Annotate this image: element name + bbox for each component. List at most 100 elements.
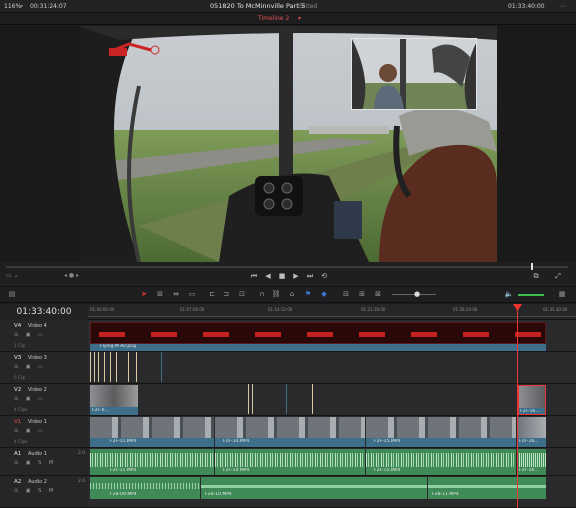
track-lane-v2: F2F-0... F2F-16...: [88, 384, 576, 416]
play-icon[interactable]: ▶: [290, 270, 302, 282]
video-clip[interactable]: F2F-14.MP4: [215, 417, 365, 447]
resolve-edit-window: 116% ▾ 00:31:24:07 051820 To McMinnville…: [0, 0, 576, 508]
clip-name: F2F-11.MP4: [110, 439, 137, 444]
clip-name: F2F-16...: [519, 439, 539, 444]
track-level: 2.0: [78, 479, 86, 484]
track-id: V3: [14, 355, 22, 361]
track-header-v3[interactable]: V3 Video 3 ⊙ ▣ ▭ 0 Clip: [0, 352, 88, 384]
project-title: 051820 To McMinnville Part 5: [210, 2, 305, 10]
transport-controls: ▭ ⌄ ◂ ● ▸ ⏮ ◀ ■ ▶ ⏭ ⟲ ⧉ ⤢: [0, 270, 576, 286]
audio-clip[interactable]: F2B-09.MP4: [90, 477, 200, 499]
marker-icon[interactable]: ◆: [318, 287, 330, 302]
audio-clip[interactable]: F2F-16...: [517, 449, 546, 475]
track-id: V4: [14, 323, 22, 329]
stop-icon[interactable]: ■: [276, 270, 288, 282]
timeline-timecode: 01:33:40:00: [508, 3, 545, 10]
track-controls-icon[interactable]: ⊙ ▣ ▭: [14, 428, 46, 434]
track-clip-count: 1 Clip: [14, 343, 26, 348]
track-header-v2[interactable]: V2 Video 2 ⊙ ▣ ▭ 4 Clips: [0, 384, 88, 416]
flag-icon[interactable]: ⚑: [302, 287, 314, 302]
track-controls-icon[interactable]: ⊙ ▣ S M: [14, 460, 56, 466]
selection-tool-icon[interactable]: ➤: [138, 287, 150, 302]
picture-in-picture: [351, 38, 477, 110]
clip-name: F2B-10.MP4: [205, 492, 232, 497]
clip-label-bar[interactable]: Flying M Air.png: [90, 344, 546, 351]
clip-name: F2B-09.MP4: [110, 492, 137, 497]
options-icon[interactable]: ⋯: [560, 0, 566, 13]
track-controls-icon[interactable]: ⊙ ▣ S M: [14, 488, 56, 494]
edited-label: Edited: [298, 3, 318, 10]
zoom-level[interactable]: 116%: [4, 0, 21, 13]
track-lane-v1: F2F-11.MP4 F2F-14.MP4 F2F-15.MP4 F2F-16.…: [88, 416, 576, 448]
track-level: 2.0: [78, 451, 86, 456]
ruler-tick: 01:21:18:00: [361, 307, 386, 312]
overwrite-icon[interactable]: ⊐: [220, 287, 232, 302]
audio-clip[interactable]: F2B-11.MP4: [428, 477, 546, 499]
edit-toolbar: ▤ ➤ ⊞ ⇹ ▭ ⊏ ⊐ ⊡ ∩ ⛓ ⌂ ⚑ ◆ ⊟ ⊞ ⊠ ● 🔈 ▦: [0, 286, 576, 303]
skip-start-icon[interactable]: ⏮: [248, 270, 260, 282]
current-timecode: 01:33:40:00: [0, 304, 88, 320]
clip-name: F2F-15.MP4: [374, 439, 401, 444]
ruler-tick: 01:14:12:00: [268, 307, 293, 312]
meter-icon[interactable]: ▦: [556, 287, 568, 302]
chevron-down-icon[interactable]: ▾: [20, 0, 23, 13]
play-reverse-icon[interactable]: ◀: [262, 270, 274, 282]
track-header-v4[interactable]: V4 Video 4 ⊙ ▣ ▭ 1 Clip: [0, 320, 88, 352]
video-clip[interactable]: F2F-11.MP4: [90, 417, 214, 447]
zoom-slider-handle[interactable]: ●: [411, 287, 423, 302]
track-lane-a1: F2F-11.MP4 F2F-14.MP4 F2F-15.MP4 F2F-16.…: [88, 448, 576, 476]
track-name: Video 4: [28, 323, 47, 329]
link-icon[interactable]: ⛓: [270, 287, 282, 302]
clip-name: F2B-11.MP4: [432, 492, 459, 497]
skip-end-icon[interactable]: ⏭: [304, 270, 316, 282]
audio-clip[interactable]: F2F-15.MP4: [366, 449, 516, 475]
graphic-clip[interactable]: [90, 322, 546, 344]
replace-icon[interactable]: ⊡: [236, 287, 248, 302]
source-timecode: 00:31:24:07: [30, 3, 67, 10]
playhead[interactable]: [517, 304, 518, 508]
track-header-a2[interactable]: A2 Audio 2 2.0 ⊙ ▣ S M: [0, 476, 88, 508]
track-name: Video 1: [28, 419, 47, 425]
clip-name: F2F-11.MP4: [110, 468, 137, 473]
ruler-tick: 01:07:06:00: [180, 307, 205, 312]
track-controls-icon[interactable]: ⊙ ▣ ▭: [14, 332, 46, 338]
audio-clip[interactable]: F2B-10.MP4: [201, 477, 427, 499]
volume-slider[interactable]: [518, 294, 544, 296]
speaker-icon[interactable]: 🔈: [503, 287, 515, 302]
jog-icon[interactable]: ◂ ● ▸: [64, 272, 79, 279]
clip-name: F2F-14.MP4: [223, 468, 250, 473]
timeline-ruler[interactable]: 01:00:00:00 01:07:06:00 01:14:12:00 01:2…: [88, 304, 576, 320]
track-controls-icon[interactable]: ⊙ ▣ ▭: [14, 396, 46, 402]
dynamic-trim-icon[interactable]: ⇹: [170, 287, 182, 302]
trim-tool-icon[interactable]: ⊞: [154, 287, 166, 302]
track-controls-icon[interactable]: ⊙ ▣ ▭: [14, 364, 46, 370]
audio-clip[interactable]: F2F-14.MP4: [215, 449, 365, 475]
zoom-detail-icon[interactable]: ⊞: [356, 287, 368, 302]
track-id: A1: [14, 451, 22, 457]
blade-tool-icon[interactable]: ▭: [186, 287, 198, 302]
zoom-full-icon[interactable]: ⊟: [340, 287, 352, 302]
insert-icon[interactable]: ⊏: [206, 287, 218, 302]
match-frame-icon[interactable]: ⧉: [530, 270, 542, 282]
fullscreen-icon[interactable]: ⤢: [552, 270, 564, 282]
audio-clip[interactable]: F2F-11.MP4: [90, 449, 214, 475]
track-lane-a2: F2B-09.MP4 F2B-10.MP4 F2B-11.MP4: [88, 476, 576, 508]
video-clip[interactable]: F2F-16...: [517, 417, 546, 447]
viewer-options-icon[interactable]: ▭ ⌄: [6, 272, 19, 279]
video-clip[interactable]: F2F-0...: [90, 385, 138, 415]
track-header-v1[interactable]: V1 Video 1 ⊙ ▣ ▭ 4 Clips: [0, 416, 88, 448]
loop-icon[interactable]: ⟲: [318, 270, 330, 282]
zoom-custom-icon[interactable]: ⊠: [372, 287, 384, 302]
chevron-down-icon[interactable]: ▾: [298, 13, 301, 25]
layout-icon[interactable]: ▤: [6, 287, 18, 302]
lock-icon[interactable]: ⌂: [286, 287, 298, 302]
snapping-icon[interactable]: ∩: [256, 287, 268, 302]
pip-image: [352, 39, 476, 109]
ruler-tick: 01:28:24:00: [453, 307, 478, 312]
clip-name: F2F-16...: [519, 468, 539, 473]
video-clip-selected[interactable]: F2F-16...: [518, 385, 546, 415]
track-header-a1[interactable]: A1 Audio 1 2.0 ⊙ ▣ S M: [0, 448, 88, 476]
timeline-name[interactable]: Timeline 2: [258, 13, 289, 25]
video-clip[interactable]: F2F-15.MP4: [366, 417, 516, 447]
track-clip-count: 4 Clips: [14, 407, 28, 412]
